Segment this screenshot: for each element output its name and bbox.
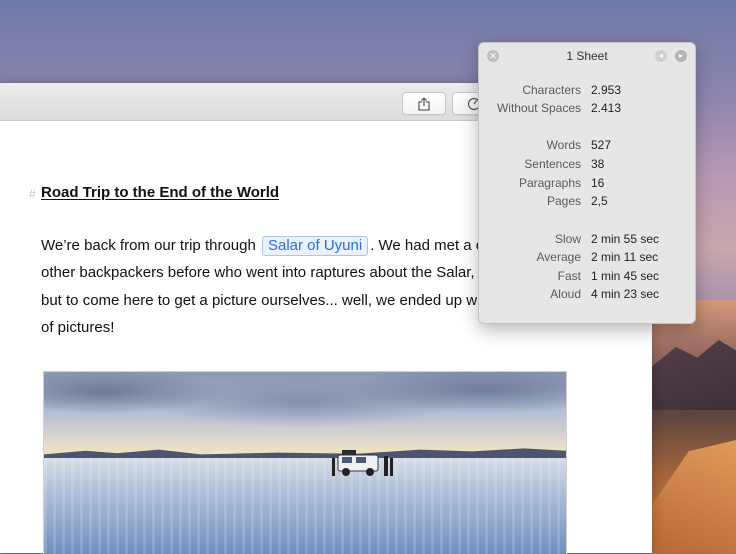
wallpaper-dune [650, 440, 736, 553]
stat-row-slow: Slow 2 min 55 sec [479, 232, 695, 248]
stat-row-fast: Fast 1 min 45 sec [479, 269, 695, 285]
stat-value: 1 min 45 sec [591, 269, 660, 283]
share-icon [418, 96, 430, 111]
stat-label: Characters [522, 83, 581, 97]
stat-label: Aloud [550, 287, 581, 301]
statistics-popover: ✕ 1 Sheet ◂ ▸ Characters 2.953 Without S… [478, 42, 696, 324]
stat-row-words: Words 527 [479, 138, 695, 154]
stat-row-average: Average 2 min 11 sec [479, 250, 695, 266]
stat-value: 4 min 23 sec [591, 287, 660, 301]
stat-row-sentences: Sentences 38 [479, 157, 695, 173]
stat-label: Slow [554, 232, 581, 246]
stat-label: Without Spaces [496, 101, 581, 115]
salt-flat-photo[interactable] [43, 371, 567, 554]
stat-value: 16 [591, 176, 605, 190]
stat-value: 38 [591, 157, 605, 171]
paragraph-line[interactable]: but to come here to get a picture oursel… [41, 292, 480, 310]
paragraph-text: . We had met a c [370, 237, 484, 254]
share-button[interactable] [402, 92, 446, 115]
stat-row-aloud: Aloud 4 min 23 sec [479, 287, 695, 303]
stat-row-without-spaces: Without Spaces 2.413 [479, 101, 695, 117]
stat-label: Fast [557, 269, 581, 283]
stat-label: Sentences [524, 157, 581, 171]
stat-label: Paragraphs [518, 176, 581, 190]
photo-clouds [44, 372, 566, 452]
next-icon[interactable]: ▸ [675, 50, 687, 62]
previous-icon[interactable]: ◂ [655, 50, 667, 62]
paragraph-line[interactable]: of pictures! [41, 319, 114, 337]
stat-label: Pages [546, 194, 581, 208]
stat-value: 2 min 55 sec [591, 232, 660, 246]
heading-marker: # [29, 187, 36, 201]
paragraph-text: We’re back from our trip through [41, 237, 256, 254]
jeep-silhouette [332, 450, 393, 476]
stat-row-paragraphs: Paragraphs 16 [479, 176, 695, 192]
stat-value: 2.413 [591, 101, 622, 115]
stat-label: Words [546, 138, 581, 152]
wallpaper-ridge [650, 340, 736, 410]
stat-value: 2,5 [591, 194, 608, 208]
stat-label: Average [536, 250, 581, 264]
stat-row-characters: Characters 2.953 [479, 83, 695, 99]
paragraph-line[interactable]: We’re back from our trip through Salar o… [41, 236, 483, 256]
desktop-wallpaper [650, 300, 736, 553]
document-heading[interactable]: Road Trip to the End of the World [41, 184, 279, 201]
stat-value: 2 min 11 sec [591, 250, 659, 264]
paragraph-line[interactable]: other backpackers before who went into r… [41, 264, 475, 282]
tag-salar-of-uyuni[interactable]: Salar of Uyuni [261, 236, 369, 256]
stat-value: 2.953 [591, 83, 622, 97]
stat-row-pages: Pages 2,5 [479, 194, 695, 210]
stat-value: 527 [591, 138, 612, 152]
photo-reflection [44, 458, 566, 554]
